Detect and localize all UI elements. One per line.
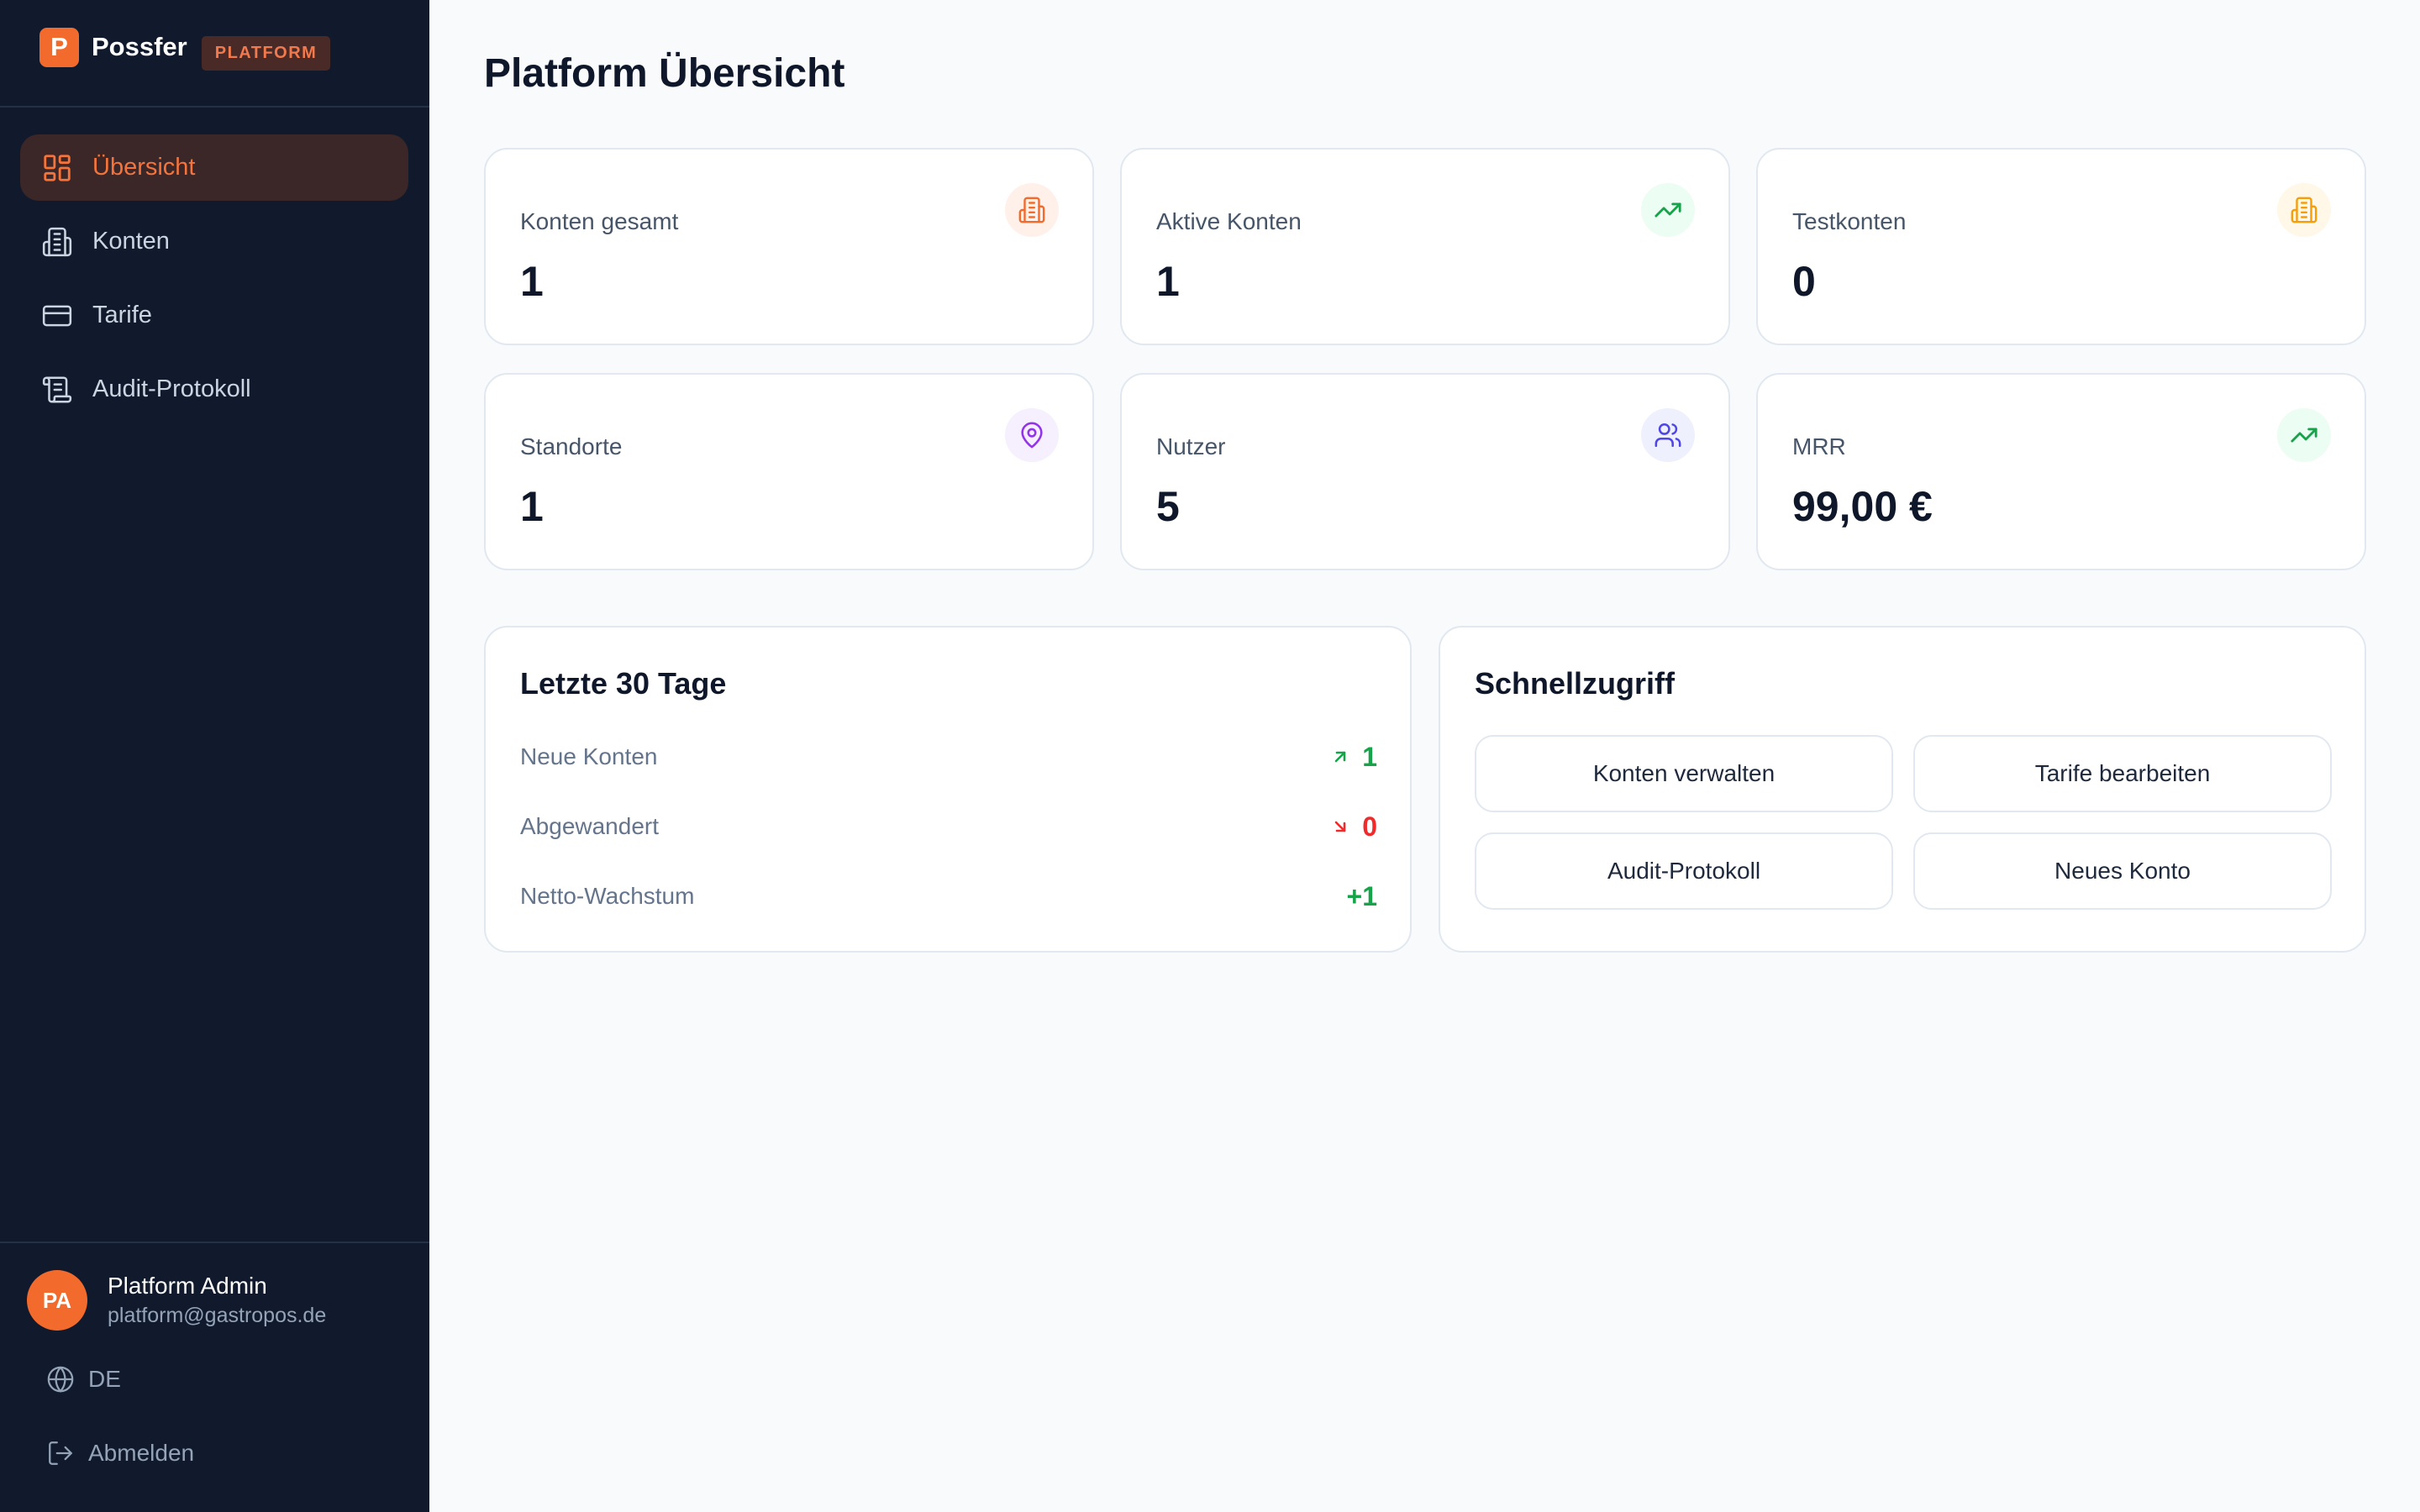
new-account-button[interactable]: Neues Konto bbox=[1913, 832, 2332, 910]
quick-access-panel: Schnellzugriff Konten verwalten Tarife b… bbox=[1439, 626, 2366, 953]
trending-up-icon bbox=[1641, 183, 1695, 237]
stat-value: 99,00 € bbox=[1792, 483, 1933, 530]
stat-label: Konten gesamt bbox=[520, 208, 679, 234]
stat-label: Nutzer bbox=[1156, 433, 1226, 459]
brand-logo: P bbox=[39, 27, 79, 67]
brand[interactable]: P Possfer PLATFORM bbox=[39, 26, 331, 71]
sidebar-item-tarife[interactable]: Tarife bbox=[20, 282, 408, 349]
panel-title: Schnellzugriff bbox=[1475, 666, 1676, 701]
trend-value: +1 bbox=[1346, 880, 1377, 911]
stat-card-standorte: Standorte 1 bbox=[484, 373, 1094, 570]
sidebar-item-label: Audit-Protokoll bbox=[92, 375, 251, 402]
language-label: DE bbox=[88, 1366, 121, 1392]
stat-label: Standorte bbox=[520, 433, 623, 459]
edit-plans-button[interactable]: Tarife bearbeiten bbox=[1913, 735, 2332, 812]
building-icon bbox=[40, 225, 74, 259]
stat-label: Testkonten bbox=[1792, 208, 1907, 234]
stat-card-aktive-konten: Aktive Konten 1 bbox=[1120, 148, 1730, 345]
sidebar-item-label: Übersicht bbox=[92, 154, 196, 181]
sidebar: P Possfer PLATFORM Übersicht Konten Tari… bbox=[0, 0, 429, 1512]
trend-row-netto-wachstum: Netto-Wachstum +1 bbox=[520, 879, 1377, 913]
stat-label: Aktive Konten bbox=[1156, 208, 1302, 234]
trend-row-neue-konten: Neue Konten 1 bbox=[520, 740, 1377, 774]
sidebar-item-label: Konten bbox=[92, 228, 170, 255]
stat-value: 1 bbox=[520, 258, 544, 305]
credit-card-icon bbox=[40, 299, 74, 333]
building-icon bbox=[2277, 183, 2331, 237]
logout-icon bbox=[49, 1441, 72, 1465]
globe-icon bbox=[47, 1366, 74, 1393]
sidebar-item-label: Tarife bbox=[92, 302, 152, 328]
brand-name: Possfer bbox=[92, 32, 187, 61]
stat-value: 1 bbox=[520, 483, 544, 530]
trend-label: Netto-Wachstum bbox=[520, 883, 695, 909]
sidebar-divider bbox=[0, 106, 429, 108]
trend-value: 1 bbox=[1362, 741, 1377, 772]
sidebar-nav: Übersicht Konten Tarife Audit-Protokoll bbox=[20, 134, 408, 430]
stat-label: MRR bbox=[1792, 433, 1846, 459]
page-title: Platform Übersicht bbox=[484, 51, 845, 96]
stat-card-mrr: MRR 99,00 € bbox=[1756, 373, 2366, 570]
trend-label: Neue Konten bbox=[520, 743, 658, 769]
sidebar-divider bbox=[0, 1242, 429, 1243]
stat-card-konten-gesamt: Konten gesamt 1 bbox=[484, 148, 1094, 345]
trend-row-abgewandert: Abgewandert 0 bbox=[520, 810, 1377, 843]
stat-value: 0 bbox=[1792, 258, 1816, 305]
sidebar-item-uebersicht[interactable]: Übersicht bbox=[20, 134, 408, 201]
stat-card-nutzer: Nutzer 5 bbox=[1120, 373, 1730, 570]
panel-title: Letzte 30 Tage bbox=[520, 666, 727, 701]
trend-label: Abgewandert bbox=[520, 813, 660, 839]
user-name: Platform Admin bbox=[108, 1273, 267, 1299]
user-profile[interactable]: PA Platform Admin platform@gastropos.de bbox=[27, 1270, 326, 1331]
sidebar-item-konten[interactable]: Konten bbox=[20, 208, 408, 275]
users-icon bbox=[1641, 408, 1695, 462]
logout-label: Abmelden bbox=[88, 1440, 195, 1466]
platform-badge: PLATFORM bbox=[201, 35, 331, 71]
avatar: PA bbox=[27, 1270, 87, 1331]
audit-log-button[interactable]: Audit-Protokoll bbox=[1475, 832, 1893, 910]
manage-accounts-button[interactable]: Konten verwalten bbox=[1475, 735, 1893, 812]
sidebar-item-audit-protokoll[interactable]: Audit-Protokoll bbox=[20, 356, 408, 423]
arrow-up-right-icon bbox=[1334, 751, 1346, 763]
user-email: platform@gastropos.de bbox=[108, 1304, 327, 1327]
trending-up-icon bbox=[2277, 408, 2331, 462]
language-switcher[interactable]: DE bbox=[46, 1365, 121, 1394]
arrow-down-right-icon bbox=[1334, 821, 1346, 832]
dashboard-icon bbox=[40, 151, 74, 185]
stat-card-testkonten: Testkonten 0 bbox=[1756, 148, 2366, 345]
stat-value: 5 bbox=[1156, 483, 1180, 530]
logout-button[interactable]: Abmelden bbox=[46, 1439, 194, 1467]
stat-value: 1 bbox=[1156, 258, 1180, 305]
trend-value: 0 bbox=[1362, 811, 1377, 842]
last-30-days-panel: Letzte 30 Tage Neue Konten 1 Abgewandert… bbox=[484, 626, 1412, 953]
map-pin-icon bbox=[1005, 408, 1059, 462]
scroll-icon bbox=[40, 373, 74, 407]
building-icon bbox=[1005, 183, 1059, 237]
